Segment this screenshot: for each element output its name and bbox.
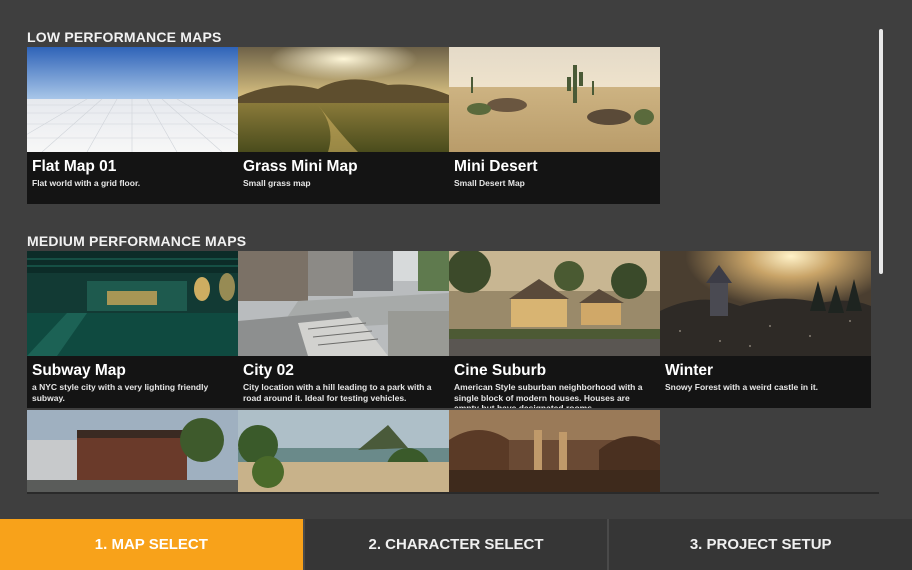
map-thumbnail	[238, 410, 449, 492]
map-info: Winter Snowy Forest with a weird castle …	[660, 356, 871, 393]
map-info: City 02 City location with a hill leadin…	[238, 356, 449, 403]
map-select-panel: LOW PERFORMANCE MAPS Flat Map 01 Flat wo…	[0, 0, 912, 519]
map-card-partial-1[interactable]	[27, 410, 238, 492]
map-name: Grass Mini Map	[243, 158, 358, 175]
map-name: Winter	[665, 362, 714, 379]
map-card-mini-desert[interactable]: Mini Desert Small Desert Map	[449, 47, 660, 204]
map-thumbnail	[449, 251, 660, 356]
low-maps-row: Flat Map 01 Flat world with a grid floor…	[27, 47, 660, 204]
tab-map-select[interactable]: 1. MAP SELECT	[0, 519, 303, 570]
map-card-subway-map[interactable]: Subway Map a NYC style city with a very …	[27, 251, 238, 408]
wizard-tabs: 1. MAP SELECT 2. CHARACTER SELECT 3. PRO…	[0, 519, 912, 570]
map-card-partial-3[interactable]	[449, 410, 660, 492]
map-thumbnail	[449, 47, 660, 152]
tab-project-setup[interactable]: 3. PROJECT SETUP	[607, 519, 912, 570]
section-title-medium: MEDIUM PERFORMANCE MAPS	[27, 233, 247, 249]
vertical-scrollbar[interactable]	[879, 29, 883, 274]
medium-maps-row: Subway Map a NYC style city with a very …	[27, 251, 871, 408]
map-info: Mini Desert Small Desert Map	[449, 152, 660, 189]
map-card-partial-2[interactable]	[238, 410, 449, 492]
map-name: Flat Map 01	[32, 158, 117, 175]
map-thumbnail	[449, 410, 660, 492]
map-description: Small grass map	[243, 178, 311, 188]
map-info: Flat Map 01 Flat world with a grid floor…	[27, 152, 238, 189]
partial-maps-row	[27, 410, 660, 492]
map-card-flat-map-01[interactable]: Flat Map 01 Flat world with a grid floor…	[27, 47, 238, 204]
map-name: Subway Map	[32, 362, 126, 379]
map-description: Small Desert Map	[454, 178, 525, 188]
content-divider	[27, 492, 879, 494]
map-name: Mini Desert	[454, 158, 538, 175]
map-description: City location with a hill leading to a p…	[243, 382, 432, 403]
map-description: American Style suburban neighborhood wit…	[454, 382, 643, 408]
map-thumbnail	[27, 410, 238, 492]
section-title-low: LOW PERFORMANCE MAPS	[27, 29, 222, 45]
map-description: Snowy Forest with a weird castle in it.	[665, 382, 819, 392]
map-description: a NYC style city with a very lighting fr…	[32, 382, 209, 403]
map-card-winter[interactable]: Winter Snowy Forest with a weird castle …	[660, 251, 871, 408]
map-card-grass-mini-map[interactable]: Grass Mini Map Small grass map	[238, 47, 449, 204]
map-name: City 02	[243, 362, 294, 379]
map-thumbnail	[27, 251, 238, 356]
map-info: Subway Map a NYC style city with a very …	[27, 356, 238, 403]
map-card-city-02[interactable]: City 02 City location with a hill leadin…	[238, 251, 449, 408]
map-info: Grass Mini Map Small grass map	[238, 152, 449, 189]
map-thumbnail	[238, 47, 449, 152]
map-thumbnail	[27, 47, 238, 152]
map-thumbnail	[238, 251, 449, 356]
map-card-cine-suburb[interactable]: Cine Suburb American Style suburban neig…	[449, 251, 660, 408]
map-info: Cine Suburb American Style suburban neig…	[449, 356, 660, 408]
map-thumbnail	[660, 251, 871, 356]
map-name: Cine Suburb	[454, 362, 547, 379]
tab-character-select[interactable]: 2. CHARACTER SELECT	[302, 519, 608, 570]
map-description: Flat world with a grid floor.	[32, 178, 141, 188]
